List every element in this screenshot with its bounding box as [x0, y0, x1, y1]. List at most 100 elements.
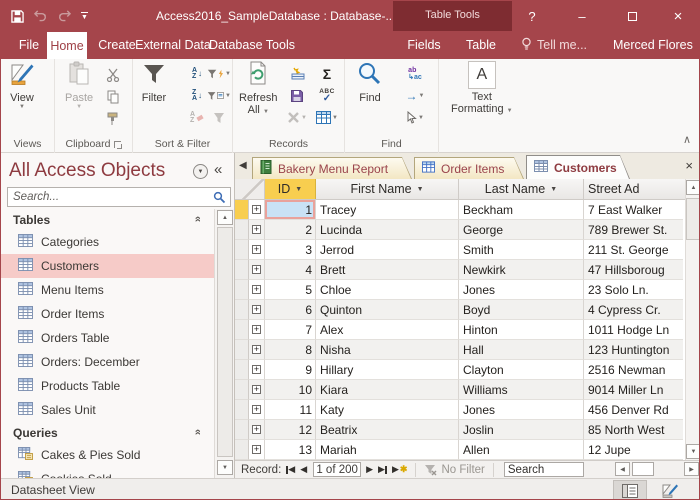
nav-scrollbar[interactable]: ▲ ▼	[214, 209, 234, 478]
cell-first-name[interactable]: Katy	[316, 400, 459, 420]
search-icon[interactable]	[213, 191, 226, 207]
expand-row-cell[interactable]: +	[249, 220, 265, 240]
cell-first-name[interactable]: Tracey	[316, 200, 459, 220]
design-view-button[interactable]	[653, 480, 687, 500]
collapse-section-icon[interactable]: »	[192, 429, 204, 435]
collapse-section-icon[interactable]: »	[192, 216, 204, 222]
expand-row-cell[interactable]: +	[249, 360, 265, 380]
cell-id[interactable]: 9	[265, 360, 316, 380]
cell-id[interactable]: 8	[265, 340, 316, 360]
first-record-icon[interactable]: ◀	[286, 464, 295, 475]
tab-fields[interactable]: Fields	[399, 31, 449, 59]
cell-first-name[interactable]: Alex	[316, 320, 459, 340]
chevron-down-icon[interactable]: ▼	[550, 186, 557, 193]
tab-database-tools[interactable]: Database Tools	[209, 31, 295, 59]
expand-row-icon[interactable]: +	[252, 305, 261, 314]
format-painter-icon[interactable]	[101, 109, 125, 128]
expand-row-icon[interactable]: +	[252, 345, 261, 354]
remove-sort-icon[interactable]: AZ	[185, 108, 209, 127]
scroll-thumb[interactable]	[686, 198, 700, 240]
expand-row-icon[interactable]: +	[252, 445, 261, 454]
cell-last-name[interactable]: Clayton	[459, 360, 584, 380]
cell-first-name[interactable]: Mariah	[316, 440, 459, 460]
expand-row-icon[interactable]: +	[252, 285, 261, 294]
previous-record-icon[interactable]: ◀	[300, 464, 307, 475]
cell-id[interactable]: 12	[265, 420, 316, 440]
expand-row-cell[interactable]: +	[249, 200, 265, 220]
tab-file[interactable]: File	[11, 31, 47, 59]
advanced-filter-menu-icon[interactable]: ▼	[207, 86, 231, 105]
collapse-ribbon-icon[interactable]: ∧	[683, 133, 691, 146]
advanced-filter-options-icon[interactable]: ▼	[207, 64, 231, 83]
cell-first-name[interactable]: Hillary	[316, 360, 459, 380]
tab-home[interactable]: Home	[47, 32, 87, 59]
expand-row-icon[interactable]: +	[252, 365, 261, 374]
row-selector[interactable]	[235, 320, 249, 340]
save-record-icon[interactable]	[285, 86, 309, 105]
tab-external-data[interactable]: External Data	[135, 31, 211, 59]
nav-scroll-up-icon[interactable]: ▲	[217, 210, 233, 225]
nav-item-products-table[interactable]: Products Table	[1, 374, 215, 398]
row-selector[interactable]	[235, 280, 249, 300]
clipboard-dialog-launcher[interactable]	[114, 141, 121, 148]
minimize-button[interactable]: –	[567, 1, 597, 31]
row-selector[interactable]	[235, 340, 249, 360]
doc-tab-order-items[interactable]: Order Items	[414, 157, 524, 179]
nav-scroll-thumb[interactable]	[217, 227, 233, 457]
sort-descending-icon[interactable]: ZA↓	[185, 86, 209, 105]
nav-search-input[interactable]	[8, 188, 230, 206]
cell-street-address[interactable]: 123 Huntington	[584, 340, 683, 360]
close-object-icon[interactable]: ×	[685, 159, 693, 172]
column-header-street-address[interactable]: Street Ad	[584, 179, 683, 199]
expand-row-icon[interactable]: +	[252, 225, 261, 234]
select-all-cell[interactable]	[235, 179, 265, 199]
more-records-icon[interactable]: ▼	[315, 108, 339, 127]
row-selector[interactable]	[235, 260, 249, 280]
last-record-icon[interactable]: ▶	[378, 464, 387, 475]
cell-street-address[interactable]: 9014 Miller Ln	[584, 380, 683, 400]
cell-id[interactable]: 2	[265, 220, 316, 240]
row-selector[interactable]	[235, 360, 249, 380]
cell-id[interactable]: 10	[265, 380, 316, 400]
cell-id[interactable]: 1	[265, 200, 316, 220]
tab-scroll-left-icon[interactable]: ◀	[239, 160, 247, 171]
cell-first-name[interactable]: Kiara	[316, 380, 459, 400]
cell-street-address[interactable]: 47 Hillsboroug	[584, 260, 683, 280]
nav-item-categories[interactable]: Categories	[1, 230, 215, 254]
cell-street-address[interactable]: 12 Jupe	[584, 440, 683, 460]
expand-row-icon[interactable]: +	[252, 205, 261, 214]
cell-id[interactable]: 3	[265, 240, 316, 260]
expand-row-icon[interactable]: +	[252, 265, 261, 274]
next-record-icon[interactable]: ▶	[366, 464, 373, 475]
expand-row-cell[interactable]: +	[249, 280, 265, 300]
nav-item-orders-december[interactable]: Orders: December	[1, 350, 215, 374]
doc-tab-customers[interactable]: Customers	[526, 155, 630, 179]
spelling-icon[interactable]: ABC✓	[315, 86, 339, 105]
cell-last-name[interactable]: Hall	[459, 340, 584, 360]
cell-id[interactable]: 6	[265, 300, 316, 320]
view-button[interactable]: View ▼	[9, 61, 35, 110]
goto-icon[interactable]: →▼	[403, 86, 427, 105]
row-selector[interactable]	[235, 380, 249, 400]
cell-last-name[interactable]: Smith	[459, 240, 584, 260]
expand-row-icon[interactable]: +	[252, 385, 261, 394]
column-header-first-name[interactable]: First Name▼	[316, 179, 459, 199]
nav-item-cakes-pies-sold[interactable]: Cakes & Pies Sold	[1, 443, 215, 467]
cell-street-address[interactable]: 456 Denver Rd	[584, 400, 683, 420]
scroll-up-icon[interactable]: ▲	[686, 180, 700, 195]
nav-section-header-queries[interactable]: Queries»	[1, 422, 215, 443]
chevron-down-icon[interactable]: ▼	[295, 186, 302, 193]
cell-id[interactable]: 5	[265, 280, 316, 300]
account-name[interactable]: Merced Flores	[613, 31, 693, 59]
scroll-right-icon[interactable]: ▶	[684, 462, 699, 476]
select-icon[interactable]: ▼	[403, 108, 427, 127]
save-icon[interactable]	[11, 10, 24, 23]
datasheet-vertical-scrollbar[interactable]: ▲ ▼	[685, 179, 700, 460]
shutter-bar-icon[interactable]: «	[214, 161, 222, 178]
cell-street-address[interactable]: 85 North West	[584, 420, 683, 440]
expand-row-icon[interactable]: +	[252, 245, 261, 254]
nav-item-order-items[interactable]: Order Items	[1, 302, 215, 326]
hscroll-thumb[interactable]	[632, 462, 654, 476]
expand-row-cell[interactable]: +	[249, 420, 265, 440]
nav-item-orders-table[interactable]: Orders Table	[1, 326, 215, 350]
